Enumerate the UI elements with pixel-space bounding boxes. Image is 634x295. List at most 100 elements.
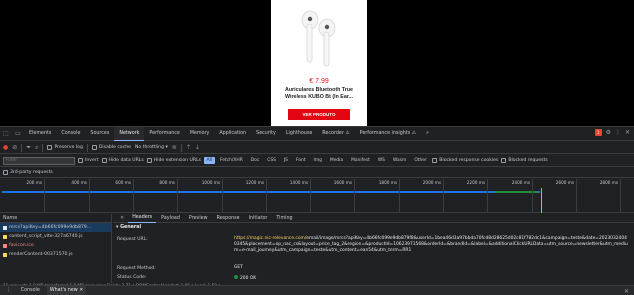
- hide-extension-urls-checkbox[interactable]: Hide extension URLs: [146, 158, 201, 163]
- devtools-panel-tabs: ⬚ ▭ Elements Console Sources Network Per…: [0, 126, 634, 141]
- filter-type-doc[interactable]: Doc: [248, 157, 261, 164]
- timeline-ticks: [0, 179, 634, 188]
- tab-lighthouse[interactable]: Lighthouse: [281, 127, 317, 141]
- drawer-tab-console[interactable]: Console: [18, 286, 43, 295]
- checkbox-icon: [146, 158, 152, 163]
- timeline-gridline: [354, 179, 355, 213]
- timeline-tick-label: 2800 ms: [599, 180, 618, 185]
- checkbox-icon: [3, 170, 8, 175]
- tab-preview[interactable]: Preview: [185, 214, 212, 223]
- devtools-drawer-tabs: ⋮ Console What's new ✕ ✕: [0, 285, 634, 295]
- filter-type-manifest[interactable]: Manifest: [349, 157, 373, 164]
- request-url-value: https://magic.nic-relevance.com/email/im…: [234, 236, 628, 254]
- inspect-element-icon[interactable]: ⬚: [0, 128, 12, 140]
- tab-sources[interactable]: Sources: [85, 127, 114, 141]
- timeline-gridline: [89, 179, 90, 213]
- filter-input[interactable]: [3, 156, 75, 165]
- issues-badge[interactable]: 1: [595, 129, 602, 136]
- blocked-cookies-checkbox[interactable]: Blocked response cookies: [432, 158, 498, 163]
- error-file-icon: [3, 243, 7, 248]
- preserve-log-label: Preserve log: [54, 145, 83, 150]
- disable-cache-checkbox[interactable]: Disable cache: [91, 145, 131, 150]
- devtools-actions: 1 ⚙ ⋮ ✕: [595, 129, 630, 136]
- clear-icon[interactable]: ⊘: [12, 142, 17, 154]
- hide-data-urls-checkbox[interactable]: Hide data URLs: [101, 158, 144, 163]
- filter-type-css[interactable]: CSS: [265, 157, 279, 164]
- tab-payload[interactable]: Payload: [157, 214, 184, 223]
- timeline-gridline: [399, 179, 400, 213]
- blocked-cookies-label: Blocked response cookies: [439, 158, 499, 163]
- more-options-icon[interactable]: ⋮: [615, 129, 621, 136]
- divider: [21, 143, 23, 152]
- earbuds-product-image: [301, 10, 336, 67]
- request-name: renderContent-00371570.js: [9, 252, 73, 257]
- filter-type-img[interactable]: Img: [311, 157, 324, 164]
- preserve-log-checkbox[interactable]: Preserve log: [47, 145, 83, 150]
- filter-type-font[interactable]: Font: [293, 157, 308, 164]
- list-item[interactable]: content_script_vite-327a6740.js: [0, 232, 111, 241]
- settings-gear-icon[interactable]: ⚙: [606, 129, 611, 136]
- timeline-tick-label: 1200 ms: [245, 180, 264, 185]
- network-overview-timeline[interactable]: 200 ms 400 ms 600 ms 800 ms 1000 ms 1200 ms 14…: [0, 179, 634, 213]
- tab-console[interactable]: Console: [56, 127, 85, 141]
- general-section-header[interactable]: ▾ General: [113, 223, 634, 233]
- filter-type-other[interactable]: Other: [412, 157, 429, 164]
- export-har-icon[interactable]: ⇣: [195, 142, 200, 154]
- device-toolbar-icon[interactable]: ▭: [12, 128, 24, 140]
- import-har-icon[interactable]: ⇡: [186, 142, 191, 154]
- more-tabs-icon[interactable]: »: [421, 127, 434, 141]
- name-column-header[interactable]: Name: [0, 214, 111, 223]
- third-party-checkbox[interactable]: 3rd-party requests: [3, 170, 53, 175]
- request-url-label: Request URL:: [117, 237, 148, 242]
- tab-security[interactable]: Security: [251, 127, 281, 141]
- tab-elements[interactable]: Elements: [24, 127, 56, 141]
- timeline-tick-label: 2600 ms: [555, 180, 574, 185]
- throttling-select[interactable]: No throttling ▾: [135, 145, 168, 150]
- filter-type-ws[interactable]: WS: [375, 157, 387, 164]
- tab-memory[interactable]: Memory: [185, 127, 215, 141]
- tab-network[interactable]: Network: [114, 126, 145, 141]
- product-card[interactable]: € 7.99 Auriculares Bluetooth True Wirele…: [271, 0, 367, 126]
- page-viewport: € 7.99 Auriculares Bluetooth True Wirele…: [0, 0, 634, 126]
- record-icon[interactable]: ●: [3, 142, 8, 154]
- request-name: favicon.ico: [9, 243, 34, 248]
- view-product-button[interactable]: VER PRODUTO: [288, 109, 350, 120]
- invert-checkbox[interactable]: Invert: [78, 158, 99, 163]
- list-item[interactable]: favicon.ico: [0, 241, 111, 250]
- tab-application[interactable]: Application: [214, 127, 251, 141]
- tab-performance-insights[interactable]: Performance insights ⚠: [355, 127, 421, 141]
- tab-timing[interactable]: Timing: [272, 214, 296, 223]
- tab-response[interactable]: Response: [213, 214, 244, 223]
- tab-headers[interactable]: Headers: [128, 213, 157, 223]
- timeline-tick-label: 2200 ms: [466, 180, 485, 185]
- disable-cache-label: Disable cache: [98, 145, 131, 150]
- close-details-icon[interactable]: ✕: [117, 215, 127, 221]
- close-devtools-icon[interactable]: ✕: [625, 129, 630, 136]
- close-drawer-icon[interactable]: ✕: [624, 288, 629, 295]
- list-item[interactable]: mrcs?apiKey=4b66fc099e9db879...: [0, 223, 111, 232]
- filter-type-media[interactable]: Media: [327, 157, 345, 164]
- list-item[interactable]: renderContent-00371570.js: [0, 250, 111, 259]
- timeline-gridline: [532, 179, 533, 213]
- drawer-menu-icon[interactable]: ⋮: [3, 286, 14, 295]
- timeline-gridline: [620, 179, 621, 213]
- filter-type-all[interactable]: All: [204, 157, 215, 164]
- drawer-tab-whats-new[interactable]: What's new ✕: [46, 285, 87, 295]
- product-name[interactable]: Auriculares Bluetooth True Wireless KUBO…: [277, 87, 361, 100]
- timeline-gridline: [222, 179, 223, 213]
- blocked-requests-checkbox[interactable]: Blocked requests: [501, 158, 548, 163]
- tab-recorder[interactable]: Recorder ⚠: [317, 127, 354, 141]
- filter-type-fetch-xhr[interactable]: Fetch/XHR: [218, 157, 246, 164]
- tab-initiator[interactable]: Initiator: [245, 214, 272, 223]
- search-icon[interactable]: ⌕: [35, 142, 38, 154]
- request-name: mrcs?apiKey=4b66fc099e9db879...: [9, 225, 92, 230]
- filter-type-js[interactable]: JS: [281, 157, 290, 164]
- timeline-gridline: [177, 179, 178, 213]
- filter-icon[interactable]: ⏷: [26, 142, 31, 154]
- divider: [86, 143, 88, 152]
- wifi-conditions-icon[interactable]: ≋: [172, 142, 177, 154]
- timeline-tick-label: 2400 ms: [511, 180, 530, 185]
- filter-type-wasm[interactable]: Wasm: [390, 157, 408, 164]
- timeline-load-marker: [541, 188, 542, 213]
- tab-performance[interactable]: Performance: [144, 127, 184, 141]
